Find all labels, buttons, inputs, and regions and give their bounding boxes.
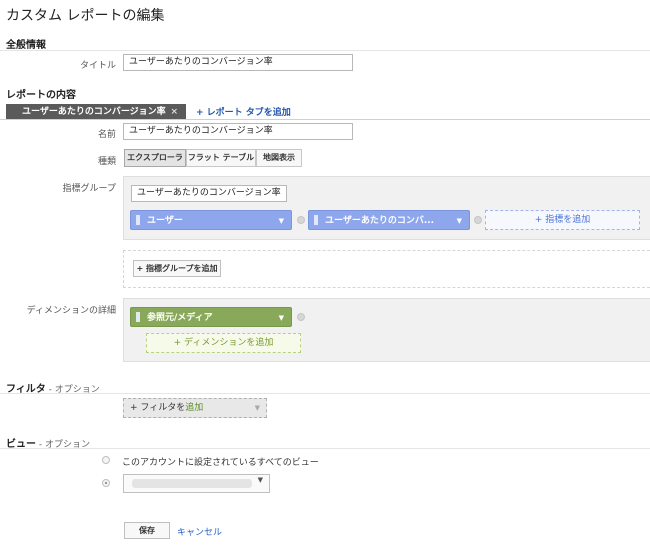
dimension-chip-label: 参照元/メディア bbox=[147, 313, 213, 323]
metric-group-name-input[interactable]: ユーザーあたりのコンバージョン率 bbox=[131, 185, 287, 202]
all-views-radio[interactable] bbox=[102, 456, 110, 464]
chevron-down-icon[interactable]: ▼ bbox=[255, 399, 260, 417]
chevron-down-icon[interactable]: ▼ bbox=[279, 308, 284, 328]
type-explorer-button[interactable]: エクスプローラ bbox=[124, 149, 186, 167]
metric-group-label: 指標グループ bbox=[62, 184, 116, 194]
add-dimension-button[interactable]: + ディメンションを追加 bbox=[146, 333, 301, 353]
drag-handle-icon[interactable] bbox=[136, 312, 140, 322]
add-metric-group-button[interactable]: + 指標グループを追加 bbox=[133, 260, 221, 277]
all-views-label: このアカウントに設定されているすべてのビュー bbox=[122, 458, 319, 468]
add-filter-prefix: + フィルタを bbox=[130, 403, 186, 413]
divider bbox=[0, 119, 650, 120]
chevron-down-icon[interactable]: ▼ bbox=[258, 476, 263, 484]
type-map-button[interactable]: 地図表示 bbox=[256, 149, 302, 167]
title-input[interactable]: ユーザーあたりのコンバージョン率 bbox=[123, 54, 353, 71]
cancel-link[interactable]: キャンセル bbox=[177, 525, 222, 538]
remove-icon[interactable] bbox=[297, 216, 305, 224]
divider bbox=[0, 448, 650, 449]
add-filter-link[interactable]: 追加 bbox=[185, 403, 203, 413]
remove-icon[interactable] bbox=[297, 313, 305, 321]
divider bbox=[0, 50, 650, 51]
metric-chip-label: ユーザーあたりのコンバ... bbox=[325, 216, 435, 226]
specific-view-radio[interactable] bbox=[102, 479, 110, 487]
report-tab[interactable]: ユーザーあたりのコンバージョン率 × bbox=[6, 104, 186, 120]
page-title: カスタム レポートの編集 bbox=[6, 8, 165, 24]
add-metric-button[interactable]: + 指標を追加 bbox=[485, 210, 640, 230]
content-heading: レポートの内容 bbox=[6, 90, 76, 101]
title-label: タイトル bbox=[79, 61, 116, 71]
type-flat-table-button[interactable]: フラット テーブル bbox=[186, 149, 256, 167]
view-name-redacted bbox=[132, 479, 252, 488]
dimension-label: ディメンションの詳細 bbox=[26, 306, 116, 316]
name-label: 名前 bbox=[97, 130, 116, 140]
close-icon[interactable]: × bbox=[170, 104, 178, 120]
save-button[interactable]: 保存 bbox=[124, 522, 170, 539]
metric-chip-users[interactable]: ユーザー ▼ bbox=[130, 210, 292, 230]
dimension-chip-source-medium[interactable]: 参照元/メディア ▼ bbox=[130, 307, 292, 327]
divider bbox=[0, 393, 650, 394]
add-filter-dropdown[interactable]: + フィルタを追加 ▼ bbox=[123, 398, 267, 418]
remove-icon[interactable] bbox=[474, 216, 482, 224]
chevron-down-icon[interactable]: ▼ bbox=[457, 211, 462, 231]
drag-handle-icon[interactable] bbox=[314, 215, 318, 225]
metric-chip-conversion[interactable]: ユーザーあたりのコンバ... ▼ bbox=[308, 210, 470, 230]
add-report-tab-link[interactable]: + レポート タブを追加 bbox=[196, 105, 291, 118]
view-select[interactable]: ▼ bbox=[123, 474, 270, 493]
general-heading: 全般情報 bbox=[6, 40, 46, 51]
chevron-down-icon[interactable]: ▼ bbox=[279, 211, 284, 231]
name-input[interactable]: ユーザーあたりのコンバージョン率 bbox=[123, 123, 353, 140]
drag-handle-icon[interactable] bbox=[136, 215, 140, 225]
metric-chip-label: ユーザー bbox=[147, 216, 183, 226]
report-tab-label: ユーザーあたりのコンバージョン率 bbox=[22, 107, 166, 117]
type-label: 種類 bbox=[97, 157, 116, 167]
